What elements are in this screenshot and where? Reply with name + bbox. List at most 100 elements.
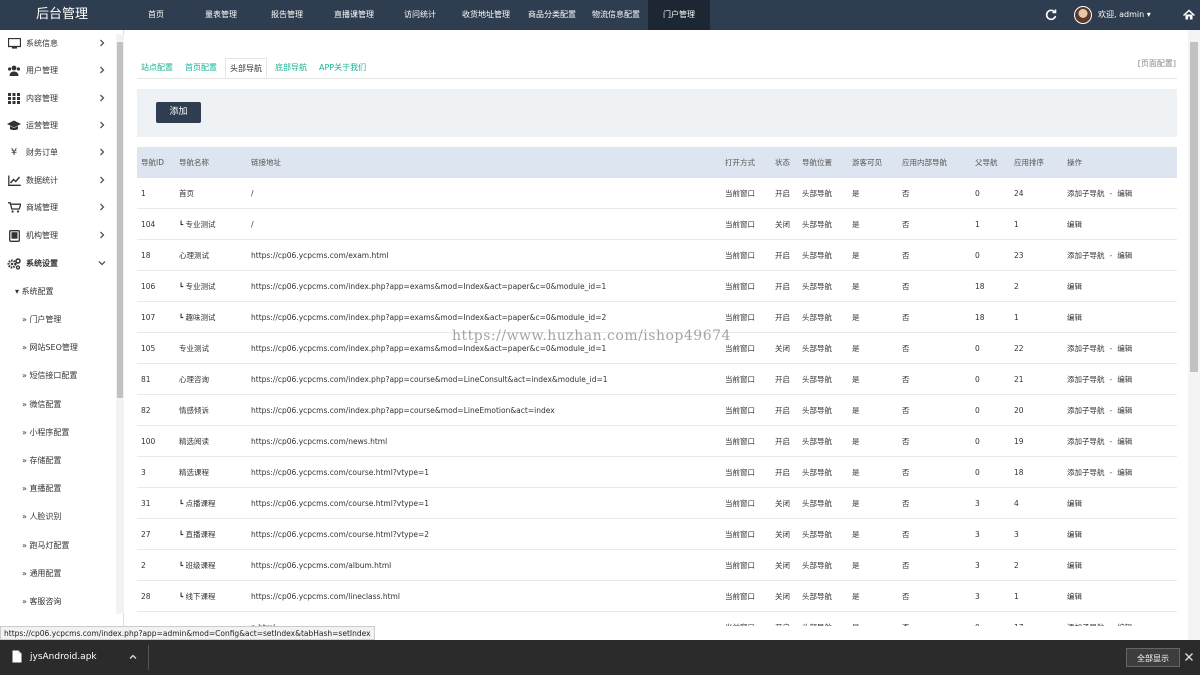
cell-value: 是	[852, 220, 860, 229]
chevron-up-icon[interactable]	[128, 652, 138, 662]
cell-value: 1	[1014, 220, 1019, 229]
close-icon[interactable]	[1184, 652, 1194, 662]
sidebar-subitem[interactable]: » 小程序配置	[0, 419, 116, 447]
sidebar-subitem[interactable]: » 客服咨询	[0, 588, 116, 616]
nav-item[interactable]: 报告管理	[254, 0, 320, 30]
nav-item[interactable]: 访问统计	[388, 0, 452, 30]
edit-link[interactable]: 编辑	[1117, 344, 1132, 353]
tab-4[interactable]: APP关于我们	[315, 58, 370, 78]
sidebar-item[interactable]: 内容管理	[0, 85, 116, 112]
sidebar-item[interactable]: 商城管理	[0, 194, 116, 221]
add-child-link[interactable]: 添加子导航	[1067, 406, 1105, 415]
tab-3[interactable]: 底部导航	[271, 58, 311, 78]
cell-position: 头部导航	[802, 333, 850, 364]
cell-value: 22	[1014, 344, 1024, 353]
user-menu[interactable]: 欢迎, admin ▾	[1098, 0, 1151, 30]
edit-link[interactable]: 编辑	[1067, 313, 1082, 322]
cell-value: 是	[852, 468, 860, 477]
cell-open: 当前窗口	[725, 178, 773, 209]
sidebar-item[interactable]: ¥ 财务订单	[0, 139, 116, 166]
add-child-link[interactable]: 添加子导航	[1067, 375, 1105, 384]
show-all-button[interactable]: 全部显示	[1126, 648, 1180, 667]
edit-link[interactable]: 编辑	[1117, 406, 1132, 415]
edit-link[interactable]: 编辑	[1067, 220, 1082, 229]
avatar[interactable]	[1074, 6, 1092, 24]
sidebar-subitem[interactable]: » 网站SEO管理	[0, 334, 116, 362]
add-child-link[interactable]: 添加子导航	[1067, 251, 1105, 260]
sidebar-item[interactable]: 用户管理	[0, 57, 116, 84]
sidebar-item[interactable]: 运营管理	[0, 112, 116, 139]
sidebar-subitem-label: 客服咨询	[29, 597, 62, 606]
sidebar-group-title[interactable]: ▾ 系统配置	[0, 278, 116, 306]
edit-link[interactable]: 编辑	[1117, 623, 1132, 626]
edit-link[interactable]: 编辑	[1117, 189, 1132, 198]
add-child-link[interactable]: 添加子导航	[1067, 437, 1105, 446]
nav-item[interactable]: 门户管理	[648, 0, 710, 30]
chevron-right-icon	[98, 66, 106, 74]
cell-value: 18	[975, 282, 985, 291]
cell-name: 心理咨询	[179, 364, 249, 395]
add-child-link[interactable]: 添加子导航	[1067, 623, 1105, 626]
nav-item[interactable]: 首页	[124, 0, 188, 30]
cell-id: 107	[141, 302, 177, 333]
page-config-link[interactable]: [页面配置]	[1138, 58, 1176, 69]
sidebar-item[interactable]: 系统信息	[0, 30, 116, 57]
edit-link[interactable]: 编辑	[1117, 251, 1132, 260]
sidebar-scroll-thumb[interactable]	[117, 42, 123, 398]
cell-sort: 1	[1014, 302, 1062, 333]
line-chart-icon	[7, 175, 21, 187]
edit-link[interactable]: 编辑	[1117, 375, 1132, 384]
cell-name: 情感倾诉	[179, 395, 249, 426]
refresh-icon[interactable]	[1044, 8, 1058, 22]
sidebar-subitem[interactable]: » 跑马灯配置	[0, 532, 116, 560]
tab-1[interactable]: 首页配置	[181, 58, 221, 78]
add-child-link[interactable]: 添加子导航	[1067, 468, 1105, 477]
edit-link[interactable]: 编辑	[1067, 530, 1082, 539]
add-child-link[interactable]: 添加子导航	[1067, 344, 1105, 353]
sidebar-subitem[interactable]: » 短信接口配置	[0, 362, 116, 390]
cell-value: 0	[975, 189, 980, 198]
cell-open: 当前窗口	[725, 488, 773, 519]
edit-link[interactable]: 编辑	[1067, 592, 1082, 601]
cell-sort: 3	[1014, 519, 1062, 550]
cell-name: 专业测试	[179, 333, 249, 364]
cell-internal: 否	[902, 240, 972, 271]
cell-url: https://cp06.ycpcms.com/exam.html	[251, 240, 721, 271]
cell-value: https://cp06.ycpcms.com/index.php?app=ex…	[251, 282, 607, 291]
add-child-link[interactable]: 添加子导航	[1067, 189, 1105, 198]
sidebar-subitem[interactable]: » 微信配置	[0, 391, 116, 419]
download-file-name[interactable]: jysAndroid.apk	[30, 640, 97, 675]
sidebar-subitem[interactable]: » 直播配置	[0, 475, 116, 503]
sidebar-item[interactable]: 数据统计	[0, 167, 116, 194]
sidebar-item[interactable]: 系统设置	[0, 250, 116, 277]
sidebar-item[interactable]: 机构管理	[0, 222, 116, 249]
edit-link[interactable]: 编辑	[1067, 561, 1082, 570]
cell-status: 关闭	[775, 581, 801, 612]
main-scroll-thumb[interactable]	[1190, 42, 1198, 372]
cell-parent: 3	[975, 488, 1013, 519]
sidebar-subitem[interactable]: » 人脸识别	[0, 503, 116, 531]
cell-actions: 添加子导航 - 编辑	[1067, 612, 1175, 626]
edit-link[interactable]: 编辑	[1067, 282, 1082, 291]
cell-status: 开启	[775, 240, 801, 271]
top-right-area: 欢迎, admin ▾	[1030, 0, 1200, 30]
cell-sort: 19	[1014, 426, 1062, 457]
cell-guest: 是	[852, 240, 900, 271]
sidebar-subitem[interactable]: » 存储配置	[0, 447, 116, 475]
grid-icon	[7, 93, 21, 105]
sidebar-subitem[interactable]: » 门户管理	[0, 306, 116, 334]
tab-2[interactable]: 头部导航	[225, 58, 267, 78]
nav-item[interactable]: 商品分类配置	[520, 0, 584, 30]
nav-item[interactable]: 量表管理	[188, 0, 254, 30]
home-icon[interactable]	[1182, 8, 1196, 22]
add-button[interactable]: 添加	[156, 102, 201, 123]
nav-item[interactable]: 收货地址管理	[452, 0, 520, 30]
sidebar-subitem[interactable]: » 通用配置	[0, 560, 116, 588]
tab-0[interactable]: 站点配置	[137, 58, 177, 78]
edit-link[interactable]: 编辑	[1117, 437, 1132, 446]
edit-link[interactable]: 编辑	[1117, 468, 1132, 477]
nav-item[interactable]: 直播课管理	[320, 0, 388, 30]
edit-link[interactable]: 编辑	[1067, 499, 1082, 508]
nav-item[interactable]: 物流信息配置	[584, 0, 648, 30]
cell-value: 24	[1014, 189, 1024, 198]
